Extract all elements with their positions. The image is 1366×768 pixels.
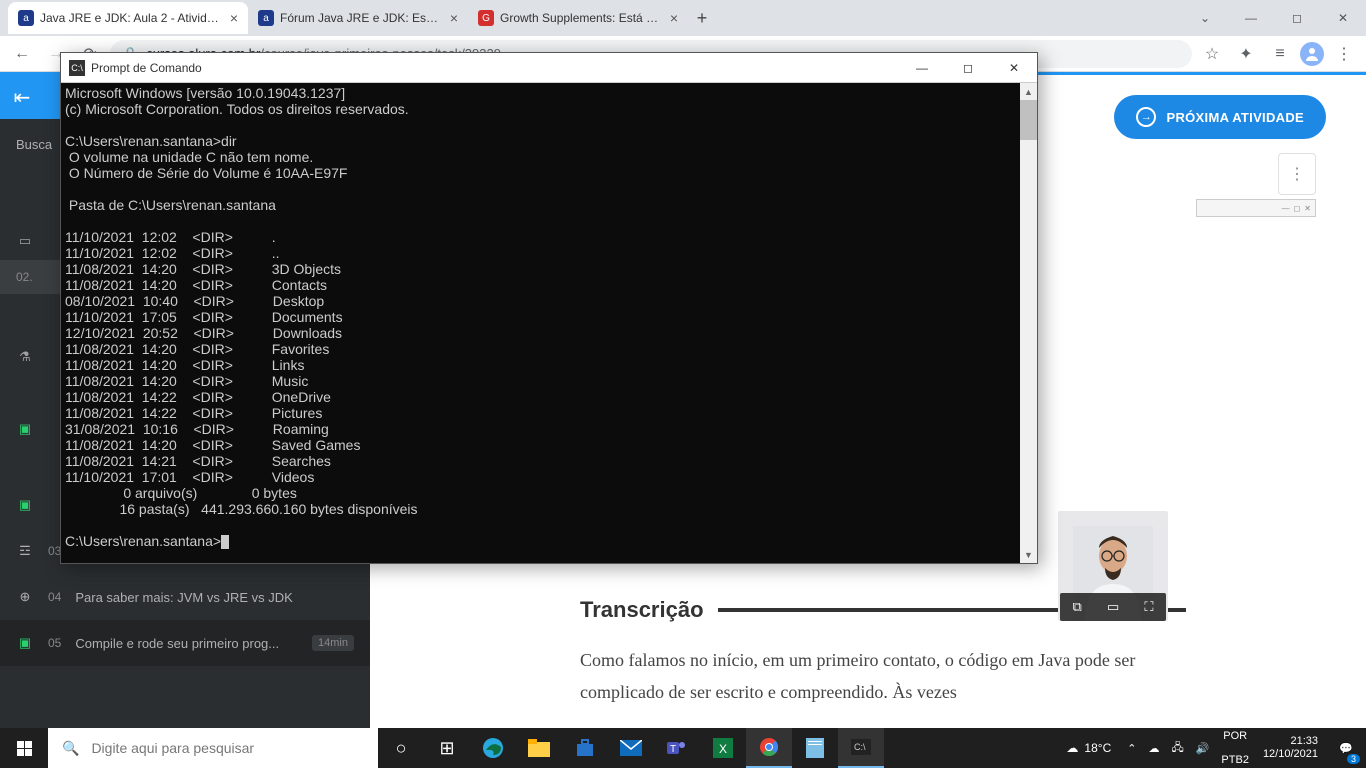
browser-tab[interactable]: G Growth Supplements: Está com d × [468,2,688,34]
section-number: 02. [16,270,33,284]
search-placeholder: Digite aqui para pesquisar [91,740,254,756]
close-icon[interactable]: × [670,10,678,26]
cloud-icon: ☁ [1066,741,1078,755]
profile-avatar[interactable] [1300,42,1324,66]
tray-chevron-icon[interactable]: ⌃ [1121,728,1142,768]
browser-tab-active[interactable]: a Java JRE e JDK: Aula 2 - Atividade × [8,2,248,34]
edge-icon[interactable] [470,728,516,768]
tab-label: Fórum Java JRE e JDK: Escreva o s [280,11,444,25]
task-view-icon[interactable]: ⊞ [424,728,470,768]
video-window-controls: —◻✕ [1196,199,1316,217]
new-tab-button[interactable]: + [688,4,716,32]
back-button[interactable]: ← [8,40,36,68]
sidebar-item-compile-rode[interactable]: ▣ 05 Compile e rode seu primeiro prog...… [0,620,370,666]
next-activity-button[interactable]: → PRÓXIMA ATIVIDADE [1114,95,1326,139]
sidebar-item-para-saber-mais[interactable]: ⊕ 04 Para saber mais: JVM vs JRE vs JDK [0,574,370,620]
transcript-text: Como falamos no início, em um primeiro c… [580,645,1186,708]
pip-fullscreen-icon[interactable]: ⛶ [1144,599,1153,615]
play-icon: ▣ [16,420,34,438]
notepad-icon[interactable] [792,728,838,768]
cmd-title: Prompt de Comando [91,61,899,75]
search-icon: 🔍 [62,740,79,757]
flask-icon: ⚗ [16,348,34,366]
item-duration: 14min [312,635,354,651]
arrow-right-icon: → [1136,107,1156,127]
cmd-titlebar[interactable]: C:\ Prompt de Comando ― ◻ ✕ [61,53,1037,83]
clock[interactable]: 21:3312/10/2021 [1255,735,1326,761]
excel-icon[interactable]: X [700,728,746,768]
cmd-output[interactable]: Microsoft Windows [versão 10.0.19043.123… [61,83,1037,563]
cmd-minimize-button[interactable]: ― [899,53,945,83]
pip-controls[interactable]: ⧉ ▭ ⛶ [1060,593,1166,621]
next-label: PRÓXIMA ATIVIDADE [1166,110,1304,125]
transcript-heading: Transcrição [580,597,704,623]
cmd-icon: C:\ [69,60,85,76]
taskbar-search-input[interactable]: 🔍 Digite aqui para pesquisar [48,728,378,768]
favicon-icon: a [18,10,34,26]
list-icon: ☲ [16,542,34,560]
weather-temp: 18°C [1084,741,1111,755]
item-label: Compile e rode seu primeiro prog... [75,636,298,651]
network-icon[interactable]: 🖧 [1165,728,1189,768]
extensions-icon[interactable]: ✦ [1232,40,1260,68]
notifications-button[interactable]: 💬 3 [1326,728,1366,768]
chrome-account-icon[interactable]: ⌄ [1182,2,1228,34]
cmd-scrollbar[interactable]: ▲ ▼ [1020,83,1037,563]
close-icon[interactable]: × [230,10,238,26]
language-indicator[interactable]: PORPTB2 [1215,728,1255,768]
plus-circle-icon: ⊕ [16,588,34,606]
start-button[interactable] [0,728,48,768]
book-icon: ▭ [16,232,34,250]
reading-list-icon[interactable]: ≡ [1266,40,1294,68]
tab-label: Java JRE e JDK: Aula 2 - Atividade [40,11,224,25]
minimize-button[interactable]: ― [1228,2,1274,34]
play-icon: ▣ [16,634,34,652]
item-number: 05 [48,636,61,650]
close-icon[interactable]: × [450,10,458,26]
item-number: 04 [48,590,61,604]
scroll-up-icon[interactable]: ▲ [1020,83,1037,100]
scroll-down-icon[interactable]: ▼ [1020,546,1037,563]
store-icon[interactable] [562,728,608,768]
volume-icon[interactable]: 🔊 [1190,728,1216,768]
tab-label: Growth Supplements: Está com d [500,11,664,25]
favicon-icon: G [478,10,494,26]
windows-logo-icon [17,741,32,756]
windows-taskbar: 🔍 Digite aqui para pesquisar ○ ⊞ T X C:\… [0,728,1366,768]
favicon-icon: a [258,10,274,26]
cmd-maximize-button[interactable]: ◻ [945,53,991,83]
scroll-thumb[interactable] [1020,100,1037,140]
browser-tab[interactable]: a Fórum Java JRE e JDK: Escreva o s × [248,2,468,34]
command-prompt-window[interactable]: C:\ Prompt de Comando ― ◻ ✕ Microsoft Wi… [60,52,1038,564]
cortana-icon[interactable]: ○ [378,728,424,768]
options-button[interactable]: ⋮ [1278,153,1316,195]
pip-layout-icon[interactable]: ▭ [1107,599,1119,615]
browser-titlebar: a Java JRE e JDK: Aula 2 - Atividade × a… [0,0,1366,36]
play-icon: ▣ [16,496,34,514]
pip-popout-icon[interactable]: ⧉ [1073,599,1082,615]
cmd-close-button[interactable]: ✕ [991,53,1037,83]
weather-widget[interactable]: ☁ 18°C [1056,741,1121,755]
mail-icon[interactable] [608,728,654,768]
svg-text:X: X [719,742,727,756]
collapse-sidebar-button[interactable]: ⇤ [0,75,44,119]
maximize-button[interactable]: ◻ [1274,2,1320,34]
notification-icon: 💬 [1339,742,1353,755]
onedrive-tray-icon[interactable]: ☁ [1142,728,1165,768]
file-explorer-icon[interactable] [516,728,562,768]
cmd-taskbar-icon[interactable]: C:\ [838,728,884,768]
star-icon[interactable]: ☆ [1198,40,1226,68]
item-label: Para saber mais: JVM vs JRE vs JDK [75,590,354,605]
menu-icon[interactable]: ⋮ [1330,40,1358,68]
svg-text:T: T [670,744,676,755]
svg-text:C:\: C:\ [854,742,866,752]
chrome-icon[interactable] [746,728,792,768]
teams-icon[interactable]: T [654,728,700,768]
notification-badge: 3 [1347,754,1360,764]
close-button[interactable]: ✕ [1320,2,1366,34]
